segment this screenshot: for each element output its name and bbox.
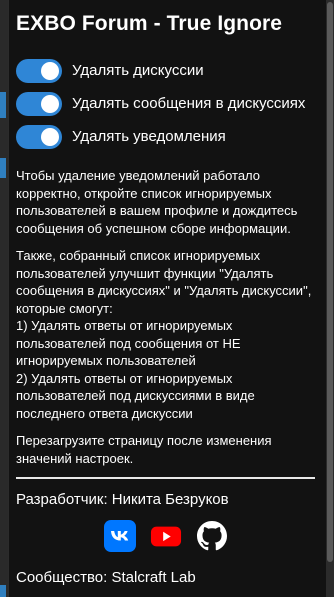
vk-link[interactable] [103,520,136,552]
background-page-strip [0,0,8,597]
switch-knob [41,61,59,80]
ignored-list-info-item-1: 1) Удалять ответы от игнорируемых пользо… [16,318,241,368]
community-credit: Сообщество: Stalcraft Lab [16,569,196,586]
toggle-label: Удалять дискуссии [72,62,204,79]
toggle-row-delete-notifications: Удалять уведомления [16,120,316,153]
youtube-link[interactable] [150,520,182,552]
ignored-list-info-item-2: 2) Удалять ответы от игнорируемых пользо… [16,370,255,421]
toggle-row-delete-posts: Удалять сообщения в дискуссиях [16,87,316,120]
background-accent [0,585,6,597]
background-accent [0,158,6,178]
scrollbar[interactable] [326,0,334,597]
switch-knob [41,94,59,113]
toggle-row-delete-discussions: Удалять дискуссии [16,54,316,87]
switch-knob [41,127,59,146]
youtube-icon [150,526,181,547]
delete-discussions-switch[interactable] [16,58,62,83]
background-accent [0,92,6,118]
developer-credit: Разработчик: Никита Безруков [16,491,229,508]
popup-title: EXBO Forum - True Ignore [16,12,283,35]
delete-posts-switch[interactable] [16,91,62,116]
scrollbar-thumb[interactable] [327,2,333,562]
notifications-info-text: Чтобы удаление уведомлений работало корр… [16,168,298,236]
vk-icon [103,520,136,552]
toggle-label: Удалять уведомления [72,128,226,145]
ignored-list-info: Также, собранный список игнорируемых пол… [16,247,316,422]
toggle-label: Удалять сообщения в дискуссиях [72,95,306,112]
settings-toggles: Удалять дискуссии Удалять сообщения в ди… [16,54,316,153]
social-links [16,520,315,552]
divider [16,477,315,479]
github-icon [196,521,227,551]
ignored-list-info-intro: Также, собранный список игнорируемых пол… [16,248,312,316]
delete-notifications-switch[interactable] [16,124,62,149]
extension-popup: EXBO Forum - True Ignore Удалять дискусс… [8,0,326,597]
reload-hint-text: Перезагрузите страницу после изменения з… [16,433,272,466]
github-link[interactable] [196,520,228,552]
